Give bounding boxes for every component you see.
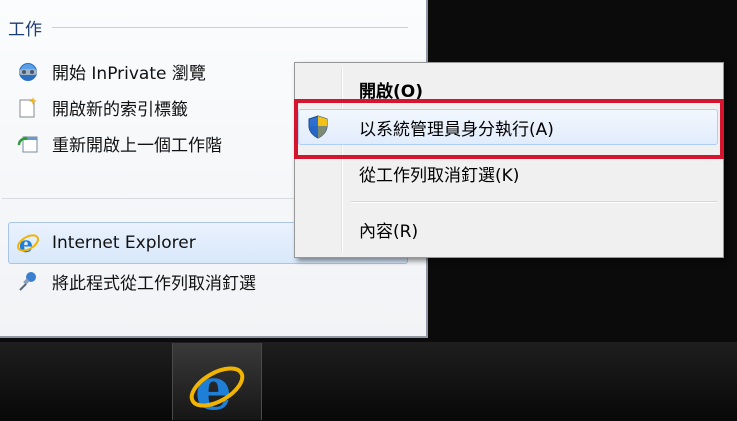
menu-item-label: 從工作列取消釘選(K) [359, 165, 520, 186]
context-menu: 開啟(O) 以系統管理員身分執行(A) 從工作列取消釘選(K) 內容(R) [294, 62, 724, 258]
menu-item-properties[interactable]: 內容(R) [295, 211, 723, 247]
ie-icon: e [16, 231, 40, 258]
ie-icon: e [185, 353, 249, 421]
task-label: 開始 InPrivate 瀏覽 [52, 63, 206, 84]
inprivate-icon [16, 59, 40, 83]
tasks-section-title: 工作 [8, 19, 42, 40]
taskbar [0, 342, 737, 420]
unpin-label: 將此程式從工作列取消釘選 [52, 273, 256, 294]
section-divider [52, 26, 408, 28]
task-label: 開啟新的索引標籤 [52, 99, 188, 120]
reopen-session-icon [16, 131, 40, 155]
menu-item-label: 開啟(O) [359, 81, 423, 102]
menu-item-label: 內容(R) [359, 221, 419, 242]
menu-separator [351, 201, 717, 203]
tasks-section-header: 工作 [8, 14, 408, 40]
task-new-tab[interactable]: 開啟新的索引標籤 [16, 92, 188, 122]
menu-item-unpin[interactable]: 從工作列取消釘選(K) [295, 155, 723, 191]
unpin-from-taskbar[interactable]: 將此程式從工作列取消釘選 [16, 266, 256, 296]
unpin-icon [16, 269, 40, 293]
task-label: 重新開啟上一個工作階 [52, 135, 222, 156]
annotation-highlight-box [294, 99, 724, 159]
new-tab-icon [16, 95, 40, 119]
pinned-program-internet-explorer[interactable]: e Internet Explorer [16, 228, 196, 258]
task-reopen-session[interactable]: 重新開啟上一個工作階 [16, 128, 222, 158]
pinned-program-label: Internet Explorer [52, 233, 196, 253]
taskbar-button-internet-explorer[interactable]: e [172, 343, 262, 421]
task-inprivate[interactable]: 開始 InPrivate 瀏覽 [16, 56, 206, 86]
svg-text:e: e [195, 355, 232, 417]
